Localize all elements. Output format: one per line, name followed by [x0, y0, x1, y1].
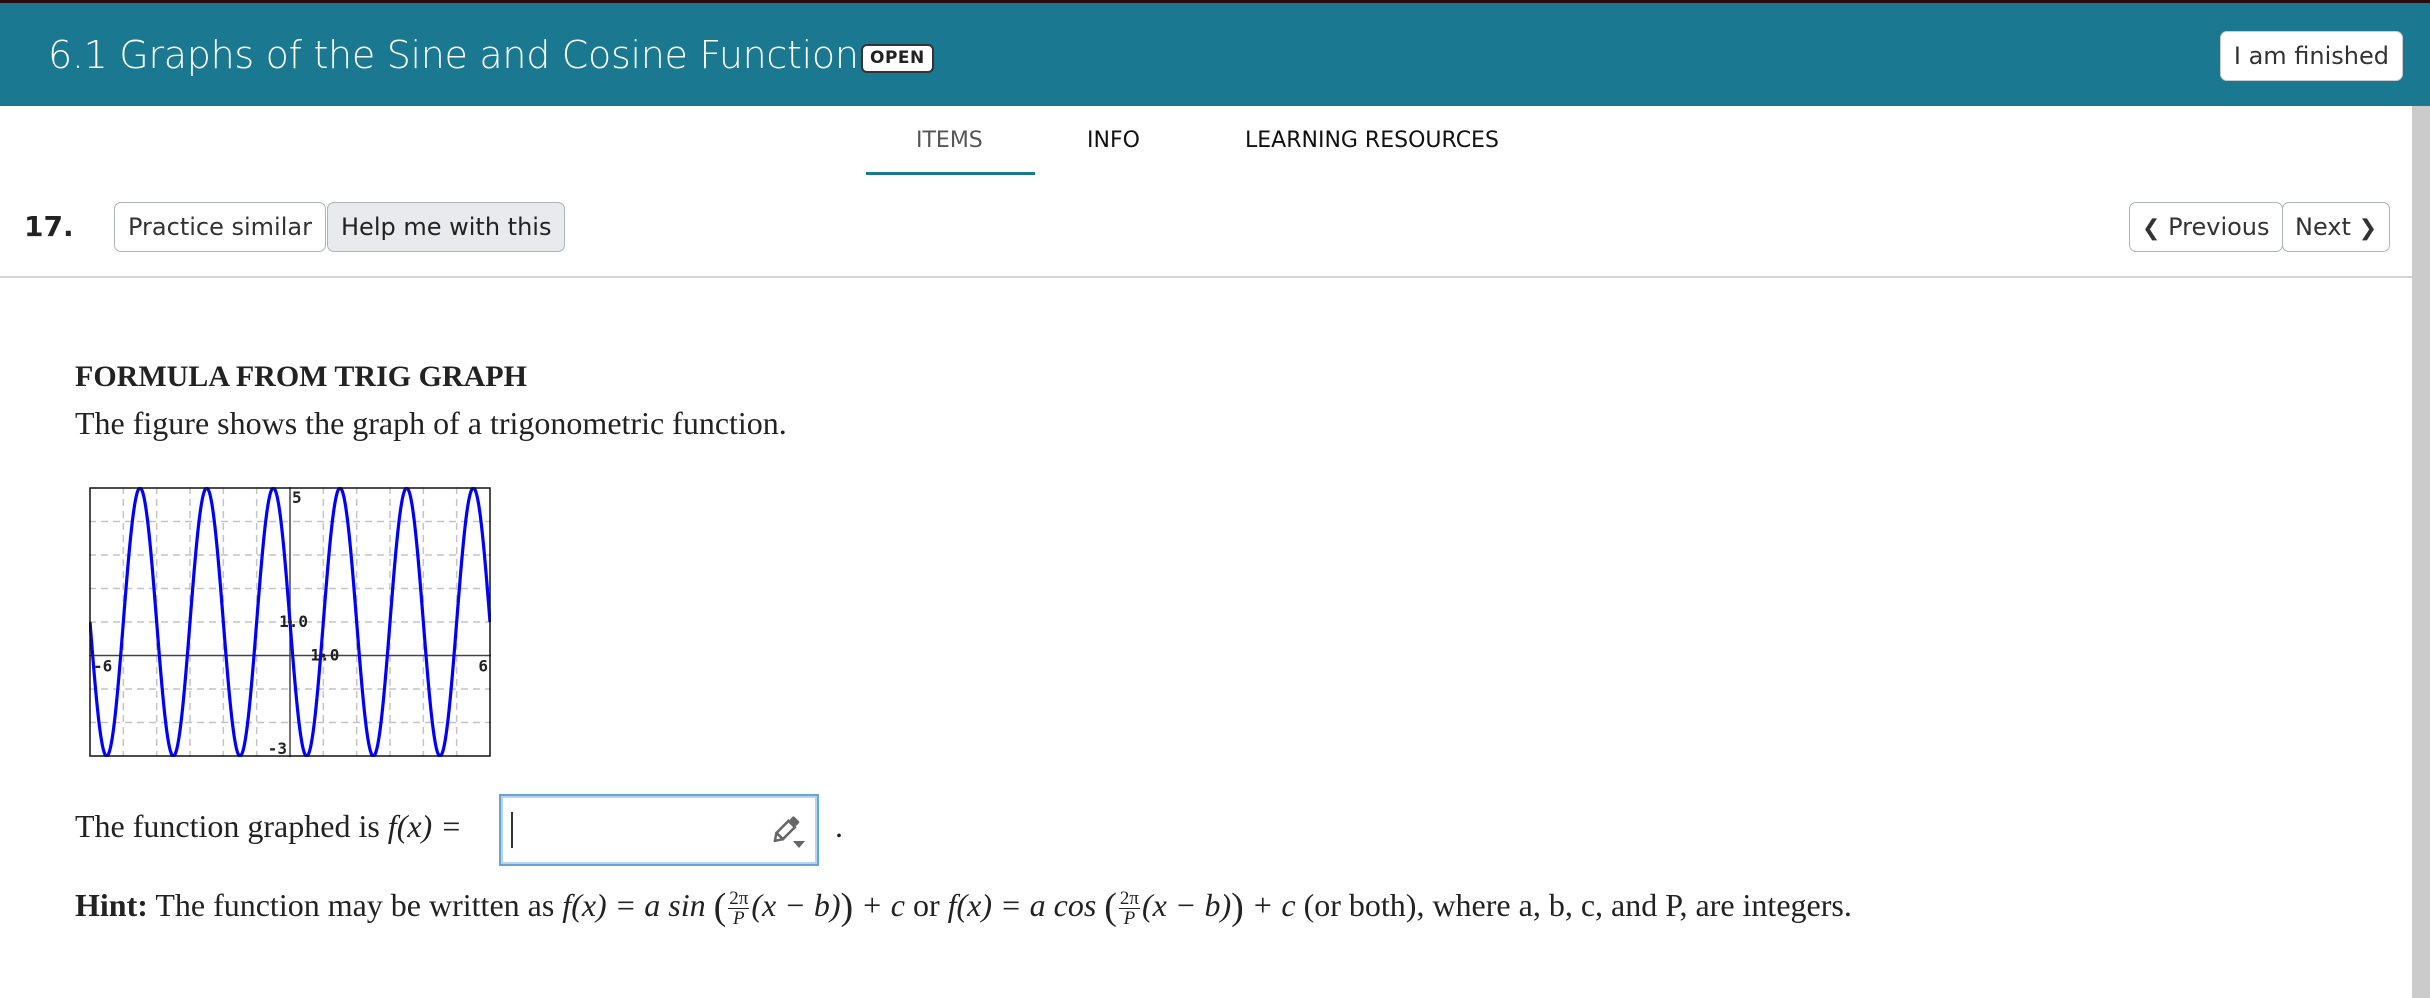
problem-heading: FORMULA FROM TRIG GRAPH	[75, 360, 527, 393]
hint-plus-c-sin: + c	[861, 887, 905, 923]
answer-period: .	[835, 808, 843, 844]
question-number: 17.	[24, 210, 74, 243]
y-unit-marker	[288, 620, 292, 624]
hint-tail: (or both), where a, b, c, and P, are int…	[1303, 887, 1852, 923]
answer-prefix: The function graphed is	[75, 808, 388, 844]
chevron-right-icon: ❯	[2358, 216, 2377, 241]
hint-formula-sin: f(x) = a sin	[562, 887, 706, 923]
tick-label-x-max: 6	[478, 657, 488, 676]
hint-fraction-sin: 2π P	[728, 888, 750, 930]
previous-label: Previous	[2168, 213, 2270, 241]
next-button[interactable]: Next ❯	[2282, 202, 2390, 252]
answer-label: The function graphed is f(x) =	[75, 808, 462, 845]
x-unit-marker	[321, 653, 326, 658]
tab-info[interactable]: INFO	[1087, 128, 1140, 153]
hint-plus-c-cos: + c	[1251, 887, 1296, 923]
previous-button[interactable]: ❮ Previous	[2129, 202, 2283, 252]
tab-items[interactable]: ITEMS	[916, 128, 983, 153]
function-graph: -6 65-31.01.0	[89, 487, 491, 757]
status-badge: OPEN	[861, 44, 934, 73]
question-toolbar: 17. Practice similar Help me with this ❮…	[0, 178, 2412, 278]
hint-label: Hint:	[75, 887, 148, 923]
answer-fx: f(x) =	[387, 808, 462, 844]
hint-fraction-cos: 2π P	[1118, 888, 1141, 930]
pencil-dropdown-icon[interactable]	[769, 814, 809, 852]
hint-formula-cos: f(x) = a cos	[947, 887, 1097, 923]
hint: Hint: The function may be written as f(x…	[75, 886, 1852, 930]
tick-label-y-max: 5	[292, 488, 302, 507]
hint-inner-cos: (x − b)	[1142, 887, 1232, 923]
text-caret	[511, 812, 513, 848]
vertical-scrollbar[interactable]	[2412, 106, 2430, 998]
tick-label-y-min: -3	[268, 739, 287, 757]
practice-similar-button[interactable]: Practice similar	[114, 202, 326, 252]
tick-label-x-min: -6	[93, 657, 112, 676]
answer-input[interactable]	[499, 794, 819, 866]
help-me-button[interactable]: Help me with this	[327, 202, 566, 252]
finish-button[interactable]: I am finished	[2219, 31, 2403, 81]
tab-bar: ITEMS INFO LEARNING RESOURCES	[0, 106, 2412, 178]
header-bar: 6.1 Graphs of the Sine and Cosine Functi…	[0, 0, 2430, 106]
page-title: 6.1 Graphs of the Sine and Cosine Functi…	[48, 33, 879, 77]
tab-learning-resources[interactable]: LEARNING RESOURCES	[1245, 128, 1499, 153]
problem-description: The figure shows the graph of a trigonom…	[75, 405, 787, 441]
hint-or: or	[912, 887, 940, 923]
hint-inner-sin: (x − b)	[751, 887, 841, 923]
tick-label-y-unit: 1.0	[279, 612, 308, 631]
hint-text: The function may be written as	[155, 887, 555, 923]
next-label: Next	[2295, 213, 2351, 241]
active-tab-indicator	[866, 172, 1035, 175]
chevron-left-icon: ❮	[2142, 216, 2161, 241]
